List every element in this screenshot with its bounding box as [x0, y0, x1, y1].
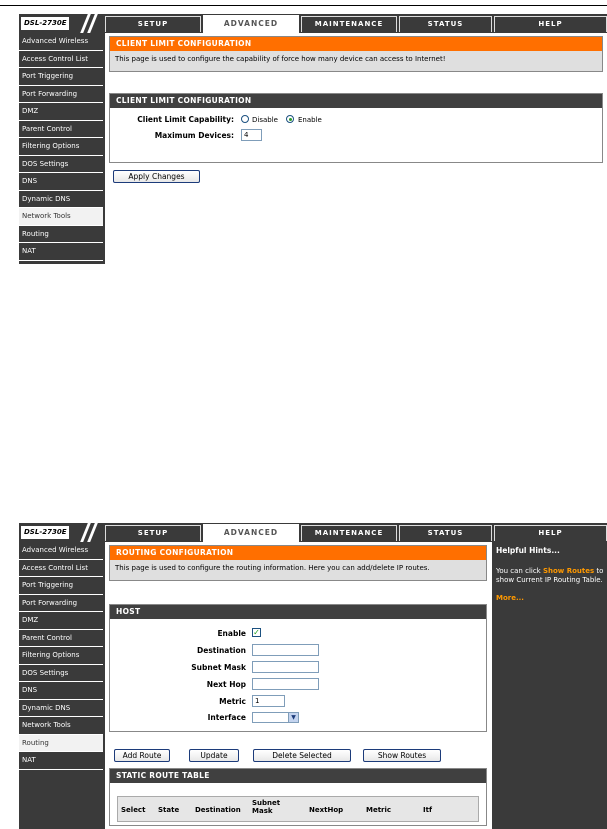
col-select: Select: [121, 806, 146, 814]
hints-text-before: You can click: [496, 567, 541, 575]
disable-label: Disable: [252, 116, 278, 124]
top-nav: DSL-2730E SETUP ADVANCED MAINTENANCE STA…: [19, 523, 607, 543]
page-top-rule: [0, 5, 607, 6]
client-limit-screenshot: DSL-2730E SETUP ADVANCED MAINTENANCE STA…: [19, 14, 607, 264]
host-section: HOST Enable ✓ Destination Subnet Mask Ne…: [109, 604, 487, 732]
capability-label: Client Limit Capability:: [137, 115, 234, 124]
enable-radio[interactable]: [286, 115, 294, 123]
page-title: ROUTING CONFIGURATION: [110, 546, 486, 560]
sidebar-item-network-tools[interactable]: Network Tools: [19, 208, 103, 226]
sidebar-item-dos-settings[interactable]: DOS Settings: [19, 664, 103, 682]
section-title: HOST: [110, 605, 486, 619]
sidebar-item-port-forwarding[interactable]: Port Forwarding: [19, 594, 103, 612]
col-destination: Destination: [195, 806, 241, 814]
sidebar-item-dmz[interactable]: DMZ: [19, 612, 103, 630]
max-devices-input[interactable]: 4: [241, 129, 262, 141]
sidebar-item-access-control-list[interactable]: Access Control List: [19, 559, 103, 577]
col-nexthop: NextHop: [309, 806, 344, 814]
destination-input[interactable]: [252, 644, 319, 656]
hints-title: Helpful Hints...: [496, 546, 560, 555]
main-content: CLIENT LIMIT CONFIGURATION This page is …: [105, 33, 607, 264]
tab-help[interactable]: HELP: [494, 525, 607, 541]
sidebar-item-dns[interactable]: DNS: [19, 173, 103, 191]
brand-model: DSL-2730E: [21, 17, 70, 30]
next-hop-input[interactable]: [252, 678, 319, 690]
sidebar-item-parent-control[interactable]: Parent Control: [19, 120, 103, 138]
disable-radio[interactable]: [241, 115, 249, 123]
max-devices-label: Maximum Devices:: [154, 131, 234, 140]
top-nav: DSL-2730E SETUP ADVANCED MAINTENANCE STA…: [19, 14, 607, 34]
sidebar-item-dns[interactable]: DNS: [19, 682, 103, 700]
tab-maintenance[interactable]: MAINTENANCE: [301, 525, 397, 541]
intro-box: ROUTING CONFIGURATION This page is used …: [109, 545, 487, 581]
show-routes-link[interactable]: Show Routes: [543, 567, 594, 575]
hints-text: You can click Show Routes to show Curren…: [493, 555, 607, 585]
sidebar-item-access-control-list[interactable]: Access Control List: [19, 50, 103, 68]
update-button[interactable]: Update: [189, 749, 239, 762]
enable-label: Enable: [217, 629, 246, 638]
sidebar: Advanced Wireless Access Control List Po…: [19, 542, 103, 770]
sidebar-item-dos-settings[interactable]: DOS Settings: [19, 155, 103, 173]
metric-label: Metric: [219, 697, 246, 706]
routing-screenshot: DSL-2730E SETUP ADVANCED MAINTENANCE STA…: [19, 523, 607, 829]
apply-changes-button[interactable]: Apply Changes: [113, 170, 200, 183]
tab-advanced[interactable]: ADVANCED: [203, 524, 299, 543]
client-limit-section: CLIENT LIMIT CONFIGURATION Client Limit …: [109, 93, 603, 163]
sidebar-item-nat[interactable]: NAT: [19, 752, 103, 770]
table-title: STATIC ROUTE TABLE: [110, 769, 486, 783]
sidebar-item-network-tools[interactable]: Network Tools: [19, 717, 103, 735]
enable-checkbox[interactable]: ✓: [252, 628, 261, 637]
sidebar-item-advanced-wireless[interactable]: Advanced Wireless: [19, 542, 103, 560]
col-subnet-mask: Subnet Mask: [252, 799, 281, 815]
tab-setup[interactable]: SETUP: [105, 16, 201, 32]
chevron-down-icon: ▼: [288, 713, 298, 722]
tab-help[interactable]: HELP: [494, 16, 607, 32]
section-title: CLIENT LIMIT CONFIGURATION: [110, 94, 602, 108]
sidebar-item-filtering-options[interactable]: Filtering Options: [19, 647, 103, 665]
sidebar-item-port-triggering[interactable]: Port Triggering: [19, 68, 103, 86]
sidebar-item-nat[interactable]: NAT: [19, 243, 103, 261]
page-description: This page is used to configure the routi…: [110, 560, 486, 580]
next-hop-label: Next Hop: [206, 680, 246, 689]
sidebar-item-parent-control[interactable]: Parent Control: [19, 629, 103, 647]
show-routes-button[interactable]: Show Routes: [363, 749, 441, 762]
sidebar-item-dmz[interactable]: DMZ: [19, 103, 103, 121]
destination-label: Destination: [197, 646, 246, 655]
intro-box: CLIENT LIMIT CONFIGURATION This page is …: [109, 36, 603, 72]
sidebar-item-dynamic-dns[interactable]: Dynamic DNS: [19, 699, 103, 717]
add-route-button[interactable]: Add Route: [114, 749, 170, 762]
main-content: ROUTING CONFIGURATION This page is used …: [105, 542, 492, 829]
subnet-mask-label: Subnet Mask: [191, 663, 246, 672]
interface-select[interactable]: ▼: [252, 712, 299, 723]
brand-logo: DSL-2730E: [19, 523, 103, 542]
brand-logo: DSL-2730E: [19, 14, 103, 33]
tab-status[interactable]: STATUS: [399, 525, 492, 541]
tab-maintenance[interactable]: MAINTENANCE: [301, 16, 397, 32]
col-metric: Metric: [366, 806, 392, 814]
sidebar-item-routing[interactable]: Routing: [19, 225, 103, 243]
col-itf: Itf: [423, 806, 432, 814]
col-state: State: [158, 806, 180, 814]
interface-label: Interface: [207, 713, 246, 722]
tab-advanced[interactable]: ADVANCED: [203, 15, 299, 34]
subnet-mask-input[interactable]: [252, 661, 319, 673]
sidebar-item-dynamic-dns[interactable]: Dynamic DNS: [19, 190, 103, 208]
metric-input[interactable]: 1: [252, 695, 285, 707]
sidebar-item-port-triggering[interactable]: Port Triggering: [19, 577, 103, 595]
more-link[interactable]: More...: [493, 585, 607, 602]
static-route-table: Select State Destination Subnet Mask Nex…: [117, 796, 479, 822]
page-title: CLIENT LIMIT CONFIGURATION: [110, 37, 602, 51]
tab-setup[interactable]: SETUP: [105, 525, 201, 541]
enable-label: Enable: [298, 116, 322, 124]
sidebar-item-routing[interactable]: Routing: [19, 734, 103, 752]
sidebar: Advanced Wireless Access Control List Po…: [19, 33, 103, 261]
delete-selected-button[interactable]: Delete Selected: [253, 749, 351, 762]
sidebar-item-advanced-wireless[interactable]: Advanced Wireless: [19, 33, 103, 51]
helpful-hints-panel: Helpful Hints... You can click Show Rout…: [493, 542, 607, 829]
page-description: This page is used to configure the capab…: [110, 51, 602, 71]
sidebar-item-filtering-options[interactable]: Filtering Options: [19, 138, 103, 156]
sidebar-item-port-forwarding[interactable]: Port Forwarding: [19, 85, 103, 103]
tab-status[interactable]: STATUS: [399, 16, 492, 32]
brand-model: DSL-2730E: [21, 526, 70, 539]
